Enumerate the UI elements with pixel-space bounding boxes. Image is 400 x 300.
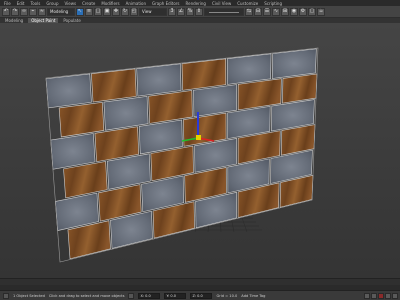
menu-civil-view[interactable]: Civil View	[212, 1, 231, 6]
add-time-tag-button[interactable]: Add Time Tag	[241, 294, 265, 298]
material-editor-icon[interactable]: ◉	[290, 7, 298, 16]
auto-key-icon[interactable]	[378, 293, 384, 299]
select-by-name-icon[interactable]: ≡	[85, 7, 93, 16]
go-to-start-icon[interactable]	[364, 293, 370, 299]
undo-icon[interactable]: ↶	[2, 7, 10, 16]
rotate-icon[interactable]: ↻	[121, 7, 129, 16]
schematic-icon[interactable]: ⊞	[281, 7, 289, 16]
y-coordinate-field[interactable]: Y: 0.0	[164, 292, 187, 299]
menu-modifiers[interactable]: Modifiers	[101, 1, 119, 6]
align-icon[interactable]: ⊟	[254, 7, 262, 16]
layer-icon[interactable]: ☰	[263, 7, 271, 16]
selection-set-field[interactable]	[204, 7, 244, 16]
previous-frame-icon[interactable]	[371, 293, 377, 299]
move-icon[interactable]: ✥	[112, 7, 120, 16]
rect-select-icon[interactable]: □	[94, 7, 102, 16]
next-frame-icon[interactable]	[385, 293, 391, 299]
curve-editor-icon[interactable]: ∿	[272, 7, 280, 16]
menu-scripting[interactable]: Scripting	[264, 1, 282, 6]
menu-tools[interactable]: Tools	[30, 1, 40, 6]
viewport-canvas	[0, 23, 400, 280]
redo-icon[interactable]: ↷	[11, 7, 19, 16]
select-icon[interactable]: ↖	[76, 7, 84, 16]
bind-icon[interactable]: ≈	[38, 7, 46, 16]
wood-tile	[282, 73, 318, 104]
render-icon[interactable]: ☕	[317, 7, 325, 16]
menu-customize[interactable]: Customize	[237, 1, 258, 6]
render-frame-icon[interactable]: ▢	[308, 7, 316, 16]
spinner-snap-icon[interactable]: ⇕	[195, 7, 203, 16]
menu-file[interactable]: File	[4, 1, 11, 6]
percent-snap-icon[interactable]: %	[186, 7, 194, 16]
status-bar: 1 Object Selected Click and drag to sele…	[0, 290, 400, 300]
x-coordinate-field[interactable]: X: 0.0	[138, 292, 161, 299]
view-dropdown[interactable]: View	[139, 7, 167, 16]
status-selection-text: 1 Object Selected	[13, 293, 45, 298]
unlink-icon[interactable]: ⌁	[29, 7, 37, 16]
wood-tile	[58, 101, 105, 138]
scale-icon[interactable]: ◰	[130, 7, 138, 16]
render-setup-icon[interactable]: ⚙	[299, 7, 307, 16]
wood-tile	[181, 58, 227, 91]
maxscript-listener-button[interactable]	[3, 292, 9, 299]
stone-tile	[136, 63, 182, 97]
menu-rendering[interactable]: Rendering	[186, 1, 206, 6]
link-icon[interactable]: ∞	[20, 7, 28, 16]
stone-tile	[227, 53, 272, 85]
playback-controls	[364, 293, 398, 299]
wood-tile	[91, 68, 137, 103]
stone-tile	[45, 73, 92, 109]
angle-snap-icon[interactable]: ∠	[177, 7, 185, 16]
menu-animation[interactable]: Animation	[126, 1, 146, 6]
mirror-icon[interactable]: ⇆	[245, 7, 253, 16]
menu-create[interactable]: Create	[82, 1, 95, 6]
menu-graph-editors[interactable]: Graph Editors	[152, 1, 179, 6]
time-slider[interactable]	[0, 278, 400, 285]
window-crossing-icon[interactable]: ▣	[103, 7, 111, 16]
menu-edit[interactable]: Edit	[17, 1, 25, 6]
lock-selection-icon[interactable]	[128, 292, 135, 299]
perspective-viewport[interactable]: [+] [Perspective] [Realistic]	[0, 23, 400, 280]
z-coordinate-field[interactable]: Z: 0.0	[190, 292, 213, 299]
grid-size-text: Grid = 10.0	[216, 293, 238, 298]
snap-icon[interactable]: 3	[168, 7, 176, 16]
status-prompt-text: Click and drag to select and move object…	[48, 293, 125, 298]
go-to-end-icon[interactable]	[392, 293, 398, 299]
menu-views[interactable]: Views	[65, 1, 77, 6]
main-toolbar: ↶ ↷ ∞ ⌁ ≈ Modeling ↖ ≡ □ ▣ ✥ ↻ ◰ View 3 …	[0, 6, 400, 18]
selection-filter-dropdown[interactable]: Modeling	[47, 7, 75, 16]
menu-group[interactable]: Group	[46, 1, 58, 6]
